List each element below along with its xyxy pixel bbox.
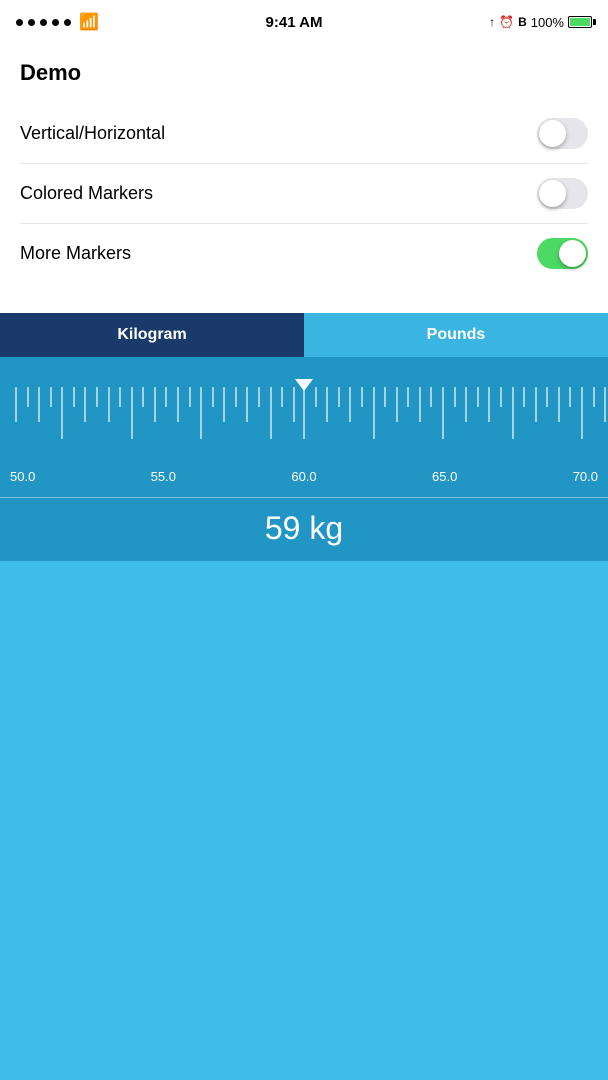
ruler-area[interactable]: 50.0 55.0 60.0 65.0 70.0	[0, 357, 608, 497]
ruler-value: 59 kg	[0, 497, 608, 561]
signal-dot-1	[16, 19, 23, 26]
setting-label-colored-markers: Colored Markers	[20, 183, 153, 204]
signal-dot-2	[28, 19, 35, 26]
setting-row-more-markers: More Markers	[20, 224, 588, 283]
status-left: 📶	[16, 12, 99, 32]
ruler-labels: 50.0 55.0 60.0 65.0 70.0	[0, 467, 608, 484]
alarm-icon: ⏰	[499, 15, 514, 29]
status-time: 9:41 AM	[266, 14, 323, 31]
ruler-label-50: 50.0	[10, 469, 35, 484]
bluetooth-icon: B	[518, 15, 527, 29]
status-bar: 📶 9:41 AM ↑ ⏰ B 100%	[0, 0, 608, 44]
settings-section: Demo Vertical/Horizontal Colored Markers…	[0, 44, 608, 303]
setting-label-vertical-horizontal: Vertical/Horizontal	[20, 123, 165, 144]
signal-dot-3	[40, 19, 47, 26]
toggle-knob-vertical-horizontal	[539, 120, 566, 147]
location-icon: ↑	[489, 15, 495, 29]
bottom-area	[0, 561, 608, 1080]
toggle-knob-colored-markers	[539, 180, 566, 207]
setting-row-colored-markers: Colored Markers	[20, 164, 588, 224]
ruler-label-70: 70.0	[573, 469, 598, 484]
ruler-label-65: 65.0	[432, 469, 457, 484]
toggle-knob-more-markers	[559, 240, 586, 267]
toggle-colored-markers[interactable]	[537, 178, 588, 209]
tab-kilogram[interactable]: Kilogram	[0, 313, 304, 357]
tab-bar: Kilogram Pounds	[0, 313, 608, 357]
signal-dot-4	[52, 19, 59, 26]
ruler-label-60: 60.0	[291, 469, 316, 484]
setting-row-vertical-horizontal: Vertical/Horizontal	[20, 104, 588, 164]
setting-label-more-markers: More Markers	[20, 243, 131, 264]
ruler-ticks	[0, 387, 608, 467]
toggle-more-markers[interactable]	[537, 238, 588, 269]
wifi-icon: 📶	[79, 12, 99, 32]
status-right: ↑ ⏰ B 100%	[489, 15, 592, 30]
battery-icon	[568, 16, 592, 28]
battery-fill	[570, 18, 590, 26]
signal-dot-5	[64, 19, 71, 26]
battery-percent: 100%	[531, 15, 564, 30]
toggle-vertical-horizontal[interactable]	[537, 118, 588, 149]
ruler-label-55: 55.0	[151, 469, 176, 484]
ticks-svg-main	[0, 387, 608, 467]
settings-title: Demo	[20, 60, 588, 86]
tab-pounds[interactable]: Pounds	[304, 313, 608, 357]
ruler-widget: Kilogram Pounds	[0, 313, 608, 561]
